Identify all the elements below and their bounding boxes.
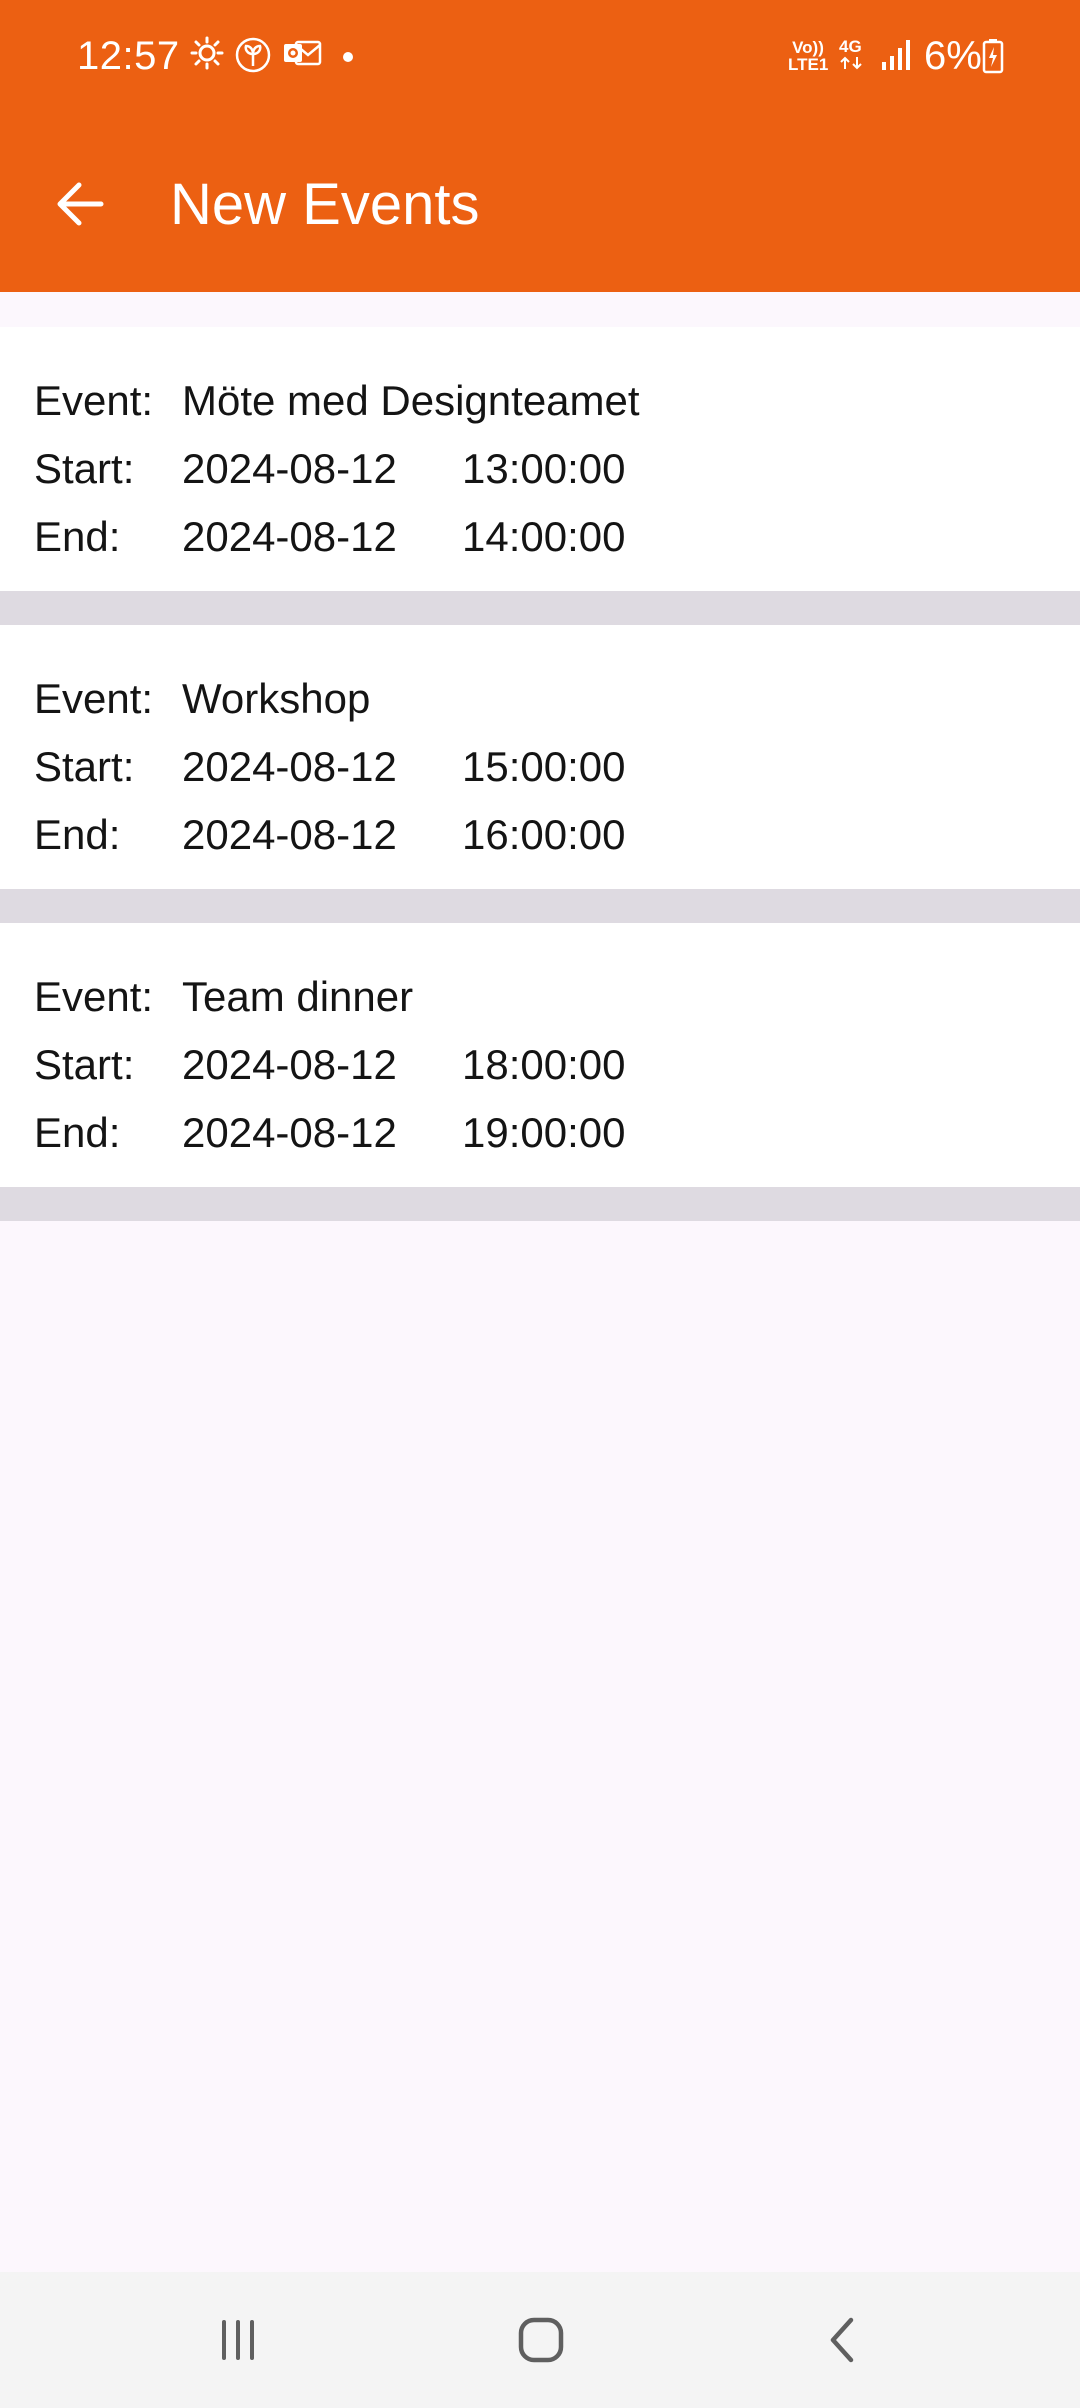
start-label: Start: xyxy=(34,743,135,790)
back-icon xyxy=(830,2317,854,2363)
event-name-row: Event: Möte med Designteamet xyxy=(0,367,1080,435)
recent-apps-button[interactable] xyxy=(193,2300,283,2380)
end-label: End: xyxy=(34,811,121,858)
end-date: 2024-08-12 xyxy=(182,811,397,858)
event-start-row: Start: 2024-08-12 15:00:00 xyxy=(0,733,1080,801)
page-title: New Events xyxy=(170,172,480,237)
end-time: 16:00:00 xyxy=(462,811,626,858)
nav-back-button[interactable] xyxy=(798,2300,888,2380)
volte-label: Vo)) LTE1 xyxy=(788,38,829,74)
signal-icon xyxy=(880,38,914,77)
home-icon xyxy=(518,2317,564,2363)
start-time: 13:00:00 xyxy=(462,445,626,492)
event-end-row: End: 2024-08-12 16:00:00 xyxy=(0,801,1080,869)
battery-charging-icon xyxy=(982,38,1004,79)
status-bar: 12:57 Vo)) LTE1 4G 6% xyxy=(0,0,1080,112)
back-button[interactable] xyxy=(40,164,120,244)
app-header: 12:57 Vo)) LTE1 4G 6% New Events xyxy=(0,0,1080,292)
event-end-row: End: 2024-08-12 14:00:00 xyxy=(0,503,1080,571)
recent-apps-icon xyxy=(222,2320,254,2360)
event-start-row: Start: 2024-08-12 13:00:00 xyxy=(0,435,1080,503)
start-time: 15:00:00 xyxy=(462,743,626,790)
event-name: Workshop xyxy=(182,675,371,722)
dot-icon xyxy=(342,50,354,68)
event-list: Event: Möte med Designteamet Start: 2024… xyxy=(0,327,1080,1221)
brightness-icon xyxy=(190,36,224,75)
leaf-icon xyxy=(234,36,272,79)
end-label: End: xyxy=(34,513,121,560)
event-label: Event: xyxy=(34,675,154,722)
status-time: 12:57 xyxy=(77,34,180,78)
start-time: 18:00:00 xyxy=(462,1041,626,1088)
event-card[interactable]: Event: Möte med Designteamet Start: 2024… xyxy=(0,327,1080,625)
event-name-row: Event: Team dinner xyxy=(0,963,1080,1031)
end-date: 2024-08-12 xyxy=(182,1109,397,1156)
event-name: Möte med Designteamet xyxy=(182,377,640,424)
event-card[interactable]: Event: Workshop Start: 2024-08-12 15:00:… xyxy=(0,625,1080,923)
end-label: End: xyxy=(34,1109,121,1156)
event-start-row: Start: 2024-08-12 18:00:00 xyxy=(0,1031,1080,1099)
start-label: Start: xyxy=(34,1041,135,1088)
event-name-row: Event: Workshop xyxy=(0,665,1080,733)
data-arrows-icon xyxy=(840,56,862,70)
start-date: 2024-08-12 xyxy=(182,445,397,492)
start-label: Start: xyxy=(34,445,135,492)
event-card[interactable]: Event: Team dinner Start: 2024-08-12 18:… xyxy=(0,923,1080,1221)
end-time: 14:00:00 xyxy=(462,513,626,560)
event-label: Event: xyxy=(34,377,154,424)
arrow-left-icon xyxy=(57,182,104,226)
event-label: Event: xyxy=(34,973,154,1020)
start-date: 2024-08-12 xyxy=(182,743,397,790)
system-nav-bar xyxy=(0,2272,1080,2408)
end-date: 2024-08-12 xyxy=(182,513,397,560)
home-button[interactable] xyxy=(496,2300,586,2380)
outlook-icon xyxy=(282,36,322,77)
event-end-row: End: 2024-08-12 19:00:00 xyxy=(0,1099,1080,1167)
event-name: Team dinner xyxy=(182,973,414,1020)
battery-percentage: 6% xyxy=(924,34,982,78)
start-date: 2024-08-12 xyxy=(182,1041,397,1088)
network-type-label: 4G xyxy=(839,38,863,71)
end-time: 19:00:00 xyxy=(462,1109,626,1156)
